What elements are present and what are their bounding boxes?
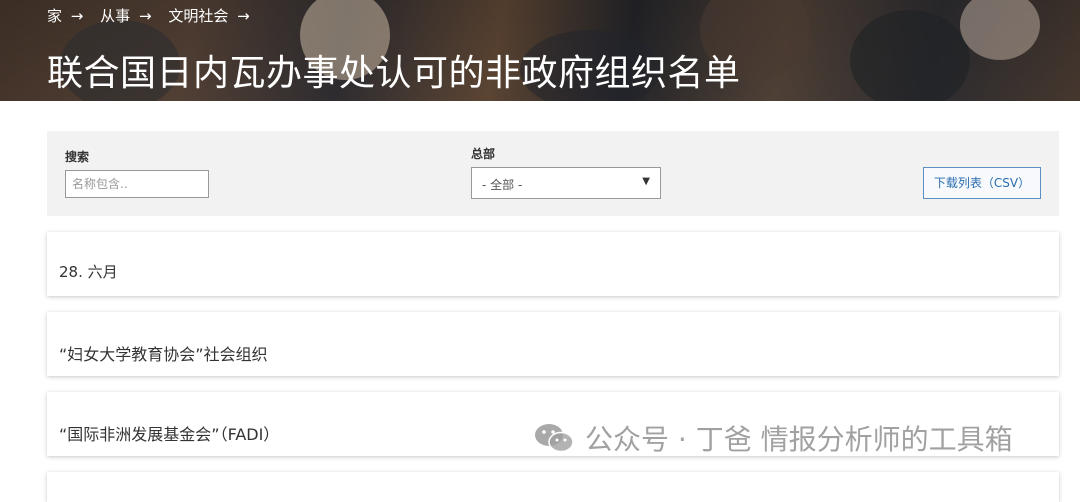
hero-banner: 家 → 从事 → 文明社会 → 联合国日内瓦办事处认可的非政府组织名单 bbox=[0, 0, 1080, 101]
search-label: 搜索 bbox=[65, 150, 90, 164]
list-item[interactable] bbox=[47, 472, 1059, 502]
date-header-text: 28. 六月 bbox=[59, 261, 118, 282]
hero-photo-shape bbox=[960, 0, 1040, 60]
list-item-title[interactable]: “妇女大学教育协会”社会组织 bbox=[59, 341, 268, 365]
watermark-text: 公众号 · 丁爸 情报分析师的工具箱 bbox=[585, 423, 1013, 456]
search-input[interactable] bbox=[65, 170, 209, 198]
date-group-header: 28. 六月 bbox=[47, 232, 1059, 296]
filter-panel: 搜索 总部 - 全部 - ▼ 下载列表（CSV） bbox=[47, 131, 1059, 216]
page-title: 联合国日内瓦办事处认可的非政府组织名单 bbox=[47, 53, 741, 94]
breadcrumb-home-link[interactable]: 家 bbox=[47, 7, 62, 25]
breadcrumb-arrow-icon: → bbox=[70, 7, 84, 25]
caret-down-icon: ▼ bbox=[642, 176, 650, 187]
breadcrumb-arrow-icon: → bbox=[138, 7, 152, 25]
breadcrumb-arrow-icon: → bbox=[237, 7, 250, 25]
headquarters-select[interactable]: - 全部 - ▼ bbox=[471, 167, 661, 199]
headquarters-select-value: - 全部 - bbox=[482, 178, 523, 192]
breadcrumb-civil-society-link[interactable]: 文明社会 bbox=[168, 7, 228, 25]
hero-photo-shape bbox=[850, 10, 970, 101]
watermark: 公众号 · 丁爸 情报分析师的工具箱 bbox=[533, 418, 1013, 458]
breadcrumb: 家 → 从事 → 文明社会 → bbox=[47, 5, 262, 26]
headquarters-label: 总部 bbox=[471, 147, 496, 161]
download-csv-button[interactable]: 下载列表（CSV） bbox=[923, 167, 1041, 199]
breadcrumb-engage-link[interactable]: 从事 bbox=[100, 7, 130, 25]
wechat-icon bbox=[535, 424, 574, 453]
list-item-title[interactable]: “国际非洲发展基金会”（FADI） bbox=[59, 421, 279, 445]
list-item[interactable]: “妇女大学教育协会”社会组织 bbox=[47, 312, 1059, 376]
date-header-label: 28. 六月 bbox=[59, 263, 118, 281]
